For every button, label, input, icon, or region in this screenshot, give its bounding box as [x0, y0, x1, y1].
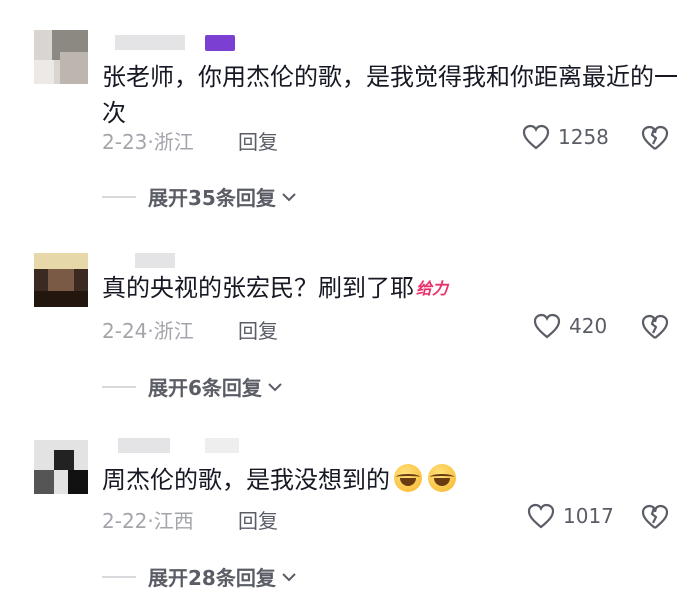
- avatar[interactable]: [34, 30, 88, 84]
- username[interactable]: [115, 35, 185, 50]
- username[interactable]: [135, 253, 175, 268]
- like-count: 1258: [558, 125, 609, 149]
- comment-text-body: 真的央视的张宏民？刷到了耶: [102, 274, 414, 302]
- laughing-crying-emoji: [394, 464, 422, 492]
- like-count: 1017: [563, 504, 614, 528]
- comment-date: 2-23: [102, 130, 148, 154]
- comment-item: 张老师，你用杰伦的歌，是我觉得我和你距离最近的一次 2-23·浙江 回复 125…: [0, 0, 700, 210]
- comment-meta: 2-24·浙江: [102, 319, 194, 343]
- chevron-down-icon: [282, 572, 296, 581]
- sticker: 给力: [416, 279, 449, 298]
- like-button[interactable]: 420: [533, 313, 607, 339]
- user-badge: [205, 438, 239, 453]
- comment-text-body: 周杰伦的歌，是我没想到的: [102, 466, 390, 494]
- reply-button[interactable]: 回复: [238, 505, 278, 534]
- comment-text: 真的央视的张宏民？刷到了耶 给力: [102, 270, 682, 307]
- dislike-button[interactable]: [640, 124, 670, 156]
- laughing-crying-emoji: [428, 464, 456, 492]
- heart-icon: [533, 313, 561, 339]
- comment-location: 浙江: [153, 130, 194, 154]
- like-button[interactable]: 1017: [527, 503, 614, 529]
- comment-item: 周杰伦的歌，是我没想到的 2-22·江西 回复 1017 展开28条回复: [0, 380, 700, 608]
- heart-icon: [527, 503, 555, 529]
- comment-item: 真的央视的张宏民？刷到了耶 给力 2-24·浙江 回复 420 展开6条回复: [0, 190, 700, 400]
- divider: [102, 575, 136, 578]
- comment-text: 张老师，你用杰伦的歌，是我觉得我和你距离最近的一次: [102, 63, 678, 127]
- broken-heart-icon: [641, 125, 669, 150]
- username[interactable]: [118, 438, 170, 453]
- heart-icon: [522, 124, 550, 150]
- comment-meta: 2-23·浙江: [102, 130, 194, 154]
- reply-button[interactable]: 回复: [238, 315, 278, 344]
- dislike-button[interactable]: [640, 313, 670, 345]
- broken-heart-icon: [641, 314, 669, 339]
- comment-location: 浙江: [153, 319, 194, 343]
- reply-button[interactable]: 回复: [238, 126, 278, 155]
- user-badge: [205, 35, 235, 51]
- comment-text: 周杰伦的歌，是我没想到的: [102, 462, 682, 498]
- avatar[interactable]: [34, 440, 88, 494]
- like-button[interactable]: 1258: [522, 124, 609, 150]
- comment-meta: 2-22·江西: [102, 509, 194, 533]
- expand-replies-label: 展开28条回复: [148, 566, 276, 590]
- avatar[interactable]: [34, 253, 88, 307]
- like-count: 420: [569, 314, 608, 338]
- dislike-button[interactable]: [640, 503, 670, 535]
- broken-heart-icon: [641, 504, 669, 529]
- comment-location: 江西: [153, 509, 194, 533]
- expand-replies-button[interactable]: 展开28条回复: [102, 562, 298, 591]
- comment-date: 2-22: [102, 509, 148, 533]
- comment-date: 2-24: [102, 319, 148, 343]
